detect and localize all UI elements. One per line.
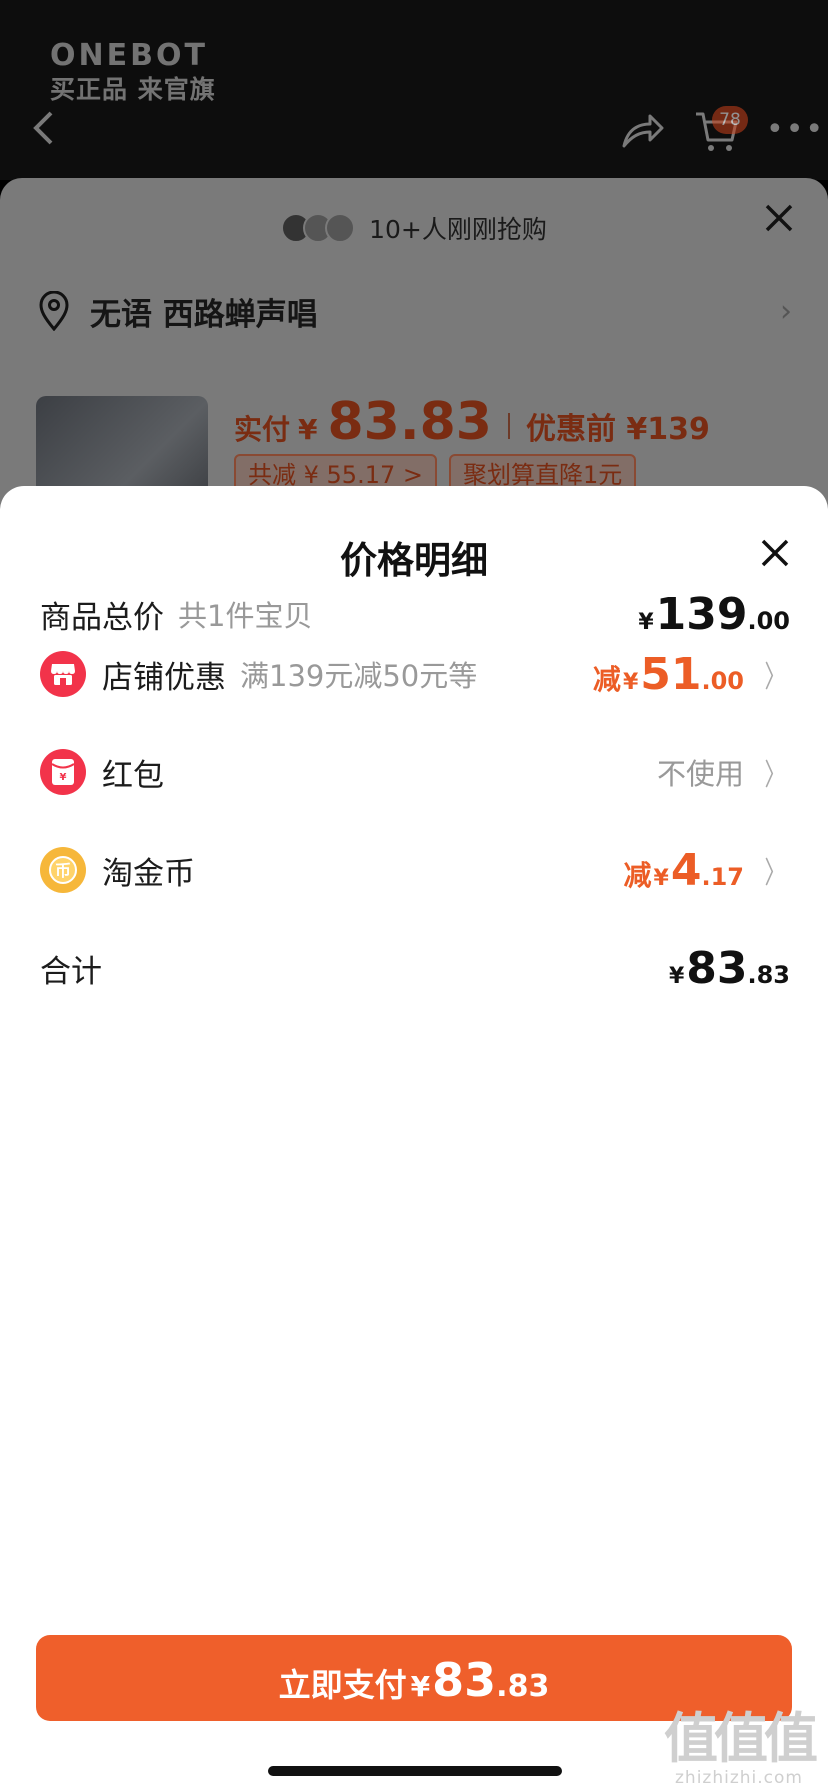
minus-prefix: 减 bbox=[592, 662, 621, 696]
amount-integer: 51 bbox=[640, 648, 702, 700]
shop-icon bbox=[40, 651, 86, 697]
total-price-label: 商品总价 bbox=[40, 599, 164, 636]
watermark: 值值值 zhizhizhi.com bbox=[664, 1707, 818, 1789]
red-packet-row[interactable]: ¥ 红包 不使用 〉 bbox=[40, 742, 790, 802]
modal-title: 价格明细 bbox=[340, 539, 488, 582]
currency-symbol: ¥ bbox=[668, 963, 685, 989]
brand-slogan: 买正品 来官旗 bbox=[50, 75, 216, 104]
price-divider bbox=[507, 413, 510, 439]
red-packet-icon: ¥ bbox=[40, 749, 86, 795]
red-packet-label: 红包 bbox=[102, 757, 164, 794]
buyers-text: 10+人刚刚抢购 bbox=[369, 215, 547, 244]
location-pin-icon bbox=[39, 291, 69, 331]
amount-decimal: .83 bbox=[747, 960, 790, 989]
taojinbi-row[interactable]: 币 淘金币 减 ¥ 4 .17 〉 bbox=[40, 840, 790, 900]
amount-decimal: .00 bbox=[701, 666, 744, 695]
chevron-right-icon: 〉 bbox=[764, 758, 786, 793]
shop-discount-label: 店铺优惠 bbox=[102, 659, 226, 696]
product-price: 实付 ¥ 83.83 优惠前 ¥139 bbox=[234, 392, 710, 452]
order-sheet: 10+人刚刚抢购 无语 西路蝉声唱 › 实付 ¥ 83.83 优惠前 ¥139 … bbox=[0, 178, 828, 518]
taojinbi-amount: 减 ¥ 4 .17 bbox=[624, 845, 744, 896]
original-price: 优惠前 ¥139 bbox=[525, 412, 710, 447]
chevron-right-icon: 〉 bbox=[764, 856, 786, 891]
red-packet-value-wrap: 不使用 bbox=[657, 751, 744, 793]
amount-integer: 4 bbox=[670, 844, 702, 896]
price-label: 实付 bbox=[234, 413, 291, 446]
price-detail-modal: 价格明细 商品总价 共1件宝贝 ¥ 139 .00 店铺优惠 满139元减50元… bbox=[0, 486, 828, 1792]
cart-count-badge: 78 bbox=[712, 106, 748, 134]
shop-discount-rule: 满139元减50元等 bbox=[240, 659, 478, 693]
back-icon[interactable] bbox=[32, 110, 54, 153]
shop-discount-row-content[interactable]: 店铺优惠 满139元减50元等 减 ¥ 51 .00 〉 bbox=[40, 644, 790, 704]
chevron-right-icon: › bbox=[780, 293, 792, 329]
total-price-amount: ¥ 139 .00 bbox=[638, 589, 790, 640]
address-row[interactable]: 无语 西路蝉声唱 › bbox=[36, 286, 792, 336]
amount-integer: 139 bbox=[655, 588, 748, 640]
chevron-right-icon: 〉 bbox=[764, 660, 786, 695]
price-value: 83.83 bbox=[327, 392, 492, 452]
share-icon[interactable] bbox=[620, 110, 664, 150]
pay-label: 立即支付 bbox=[278, 1666, 407, 1704]
coin-icon: 币 bbox=[40, 847, 86, 893]
amount-integer: 83 bbox=[686, 942, 748, 994]
home-indicator[interactable] bbox=[268, 1766, 562, 1776]
currency-symbol: ¥ bbox=[638, 609, 654, 635]
taojinbi-label: 淘金币 bbox=[102, 855, 195, 892]
recent-buyers: 10+人刚刚抢购 bbox=[0, 208, 828, 248]
brand-name: ONEBOT bbox=[50, 38, 208, 73]
page-header: ONEBOT 买正品 来官旗 78 ••• bbox=[0, 0, 828, 180]
amount-decimal: .17 bbox=[701, 862, 744, 891]
watermark-logo: 值值值 bbox=[664, 1707, 818, 1770]
sum-amount: ¥ 83 .83 bbox=[669, 943, 790, 994]
shop-discount-amount: 减 ¥ 51 .00 bbox=[593, 649, 744, 700]
sum-row: 合计 ¥ 83 .83 bbox=[40, 938, 790, 998]
sum-label: 合计 bbox=[40, 953, 102, 990]
total-price-row: 商品总价 共1件宝贝 ¥ 139 .00 bbox=[40, 584, 790, 644]
sheet-close-icon[interactable] bbox=[764, 200, 794, 240]
svg-text:币: 币 bbox=[55, 861, 71, 880]
svg-text:¥: ¥ bbox=[60, 772, 67, 783]
currency-symbol: ¥ bbox=[653, 865, 669, 891]
red-packet-value: 不使用 bbox=[656, 757, 744, 791]
currency-symbol: ¥ bbox=[622, 669, 639, 695]
pay-currency: ¥ bbox=[410, 1670, 431, 1703]
price-currency: ¥ bbox=[298, 413, 318, 446]
brand-logo: ONEBOT 买正品 来官旗 bbox=[50, 38, 216, 106]
pay-amount-decimal: .83 bbox=[496, 1669, 550, 1704]
more-icon[interactable]: ••• bbox=[766, 115, 825, 145]
amount-decimal: .00 bbox=[747, 606, 790, 635]
item-count: 共1件宝贝 bbox=[178, 599, 313, 633]
watermark-url: zhizhizhi.com bbox=[675, 1768, 803, 1788]
minus-prefix: 减 bbox=[623, 858, 652, 892]
address-text: 无语 西路蝉声唱 bbox=[90, 296, 318, 333]
pay-amount-integer: 83 bbox=[432, 1653, 497, 1707]
close-icon[interactable] bbox=[752, 530, 798, 576]
buyer-avatars bbox=[281, 213, 356, 243]
